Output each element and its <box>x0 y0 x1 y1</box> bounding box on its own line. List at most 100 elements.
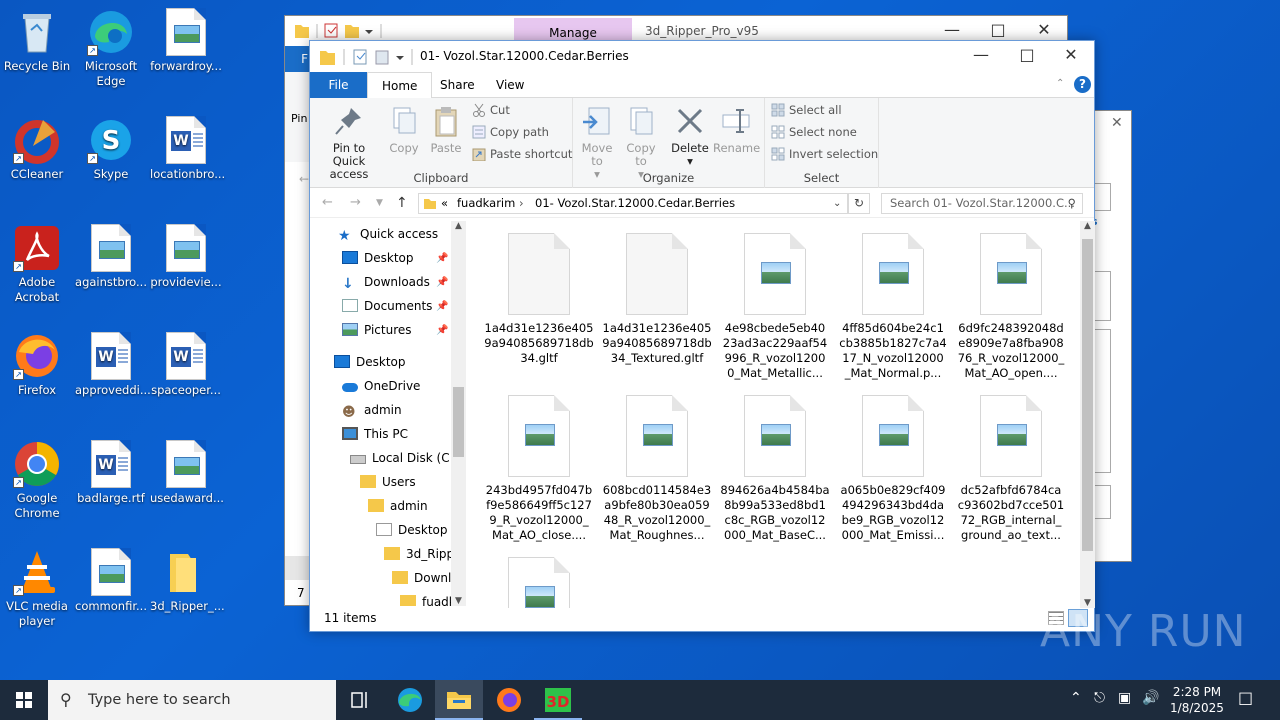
desktop-icon-usedaward[interactable]: usedaward... <box>150 440 224 506</box>
nav-documents[interactable]: Documents <box>342 295 432 317</box>
copy-button[interactable]: Copy <box>386 104 422 155</box>
back-arrow-icon[interactable]: ← <box>299 172 309 186</box>
notifications-icon[interactable]: □ <box>1238 688 1253 707</box>
delete-button[interactable]: Delete ▾ <box>669 104 711 168</box>
rename-button[interactable]: Rename <box>713 104 760 155</box>
minimize-button[interactable]: — <box>958 41 1004 71</box>
desktop-icon-3d-ripper-folder[interactable]: 3d_Ripper_... <box>150 548 225 614</box>
refresh-icon[interactable]: ↻ <box>848 193 870 214</box>
desktop-icon-againstbro[interactable]: againstbro... <box>75 224 147 290</box>
nav-admin[interactable]: ☻ admin <box>342 399 402 421</box>
file-item[interactable]: 608bcd0114584e3 a9bfe80b30ea059 48_R_voz… <box>602 395 712 543</box>
desktop-icon-chrome[interactable]: ↗ Google Chrome <box>1 440 73 521</box>
show-hidden-icons[interactable]: ⌃ <box>1070 690 1082 706</box>
clock[interactable]: 2:28 PM 1/8/2025 <box>1168 684 1226 716</box>
content-scrollbar[interactable]: ▲ ▼ <box>1080 221 1095 608</box>
copy-path-button[interactable]: Copy path <box>470 122 549 142</box>
scroll-up-icon[interactable]: ▲ <box>1080 221 1095 231</box>
nav-scrollbar[interactable]: ▲ ▼ <box>451 221 466 606</box>
recent-locations-icon[interactable]: ▼ <box>376 198 383 208</box>
nav-3d-ripper[interactable]: 3d_Rippe <box>384 543 462 565</box>
breadcrumb-current[interactable]: 01- Vozol.Star.12000.Cedar.Berries <box>535 194 735 213</box>
nav-pictures[interactable]: Pictures <box>342 319 412 341</box>
address-input[interactable]: « fuadkarim › 01- Vozol.Star.12000.Cedar… <box>418 193 848 214</box>
up-arrow-icon[interactable]: ↑ <box>396 195 408 211</box>
network-icon[interactable]: ▣ <box>1118 690 1131 706</box>
nav-downloads[interactable]: ↓ Downloads <box>342 271 430 293</box>
close-button[interactable]: ✕ <box>1048 41 1094 71</box>
file-item[interactable]: 894626a4b4584ba 8b99a533ed8bd1 c8c_RGB_v… <box>720 395 830 543</box>
nav-onedrive[interactable]: OneDrive <box>342 375 420 397</box>
tab-file[interactable]: File <box>310 72 367 98</box>
taskbar-file-explorer[interactable] <box>435 680 483 720</box>
file-item[interactable]: 6d9fc248392048d e8909e7a8fba908 76_R_voz… <box>956 233 1066 381</box>
nav-local-disk[interactable]: Local Disk (C:) <box>350 447 458 469</box>
copy-to-button[interactable]: Copy to ▾ <box>621 104 661 181</box>
title-bar[interactable]: 01- Vozol.Star.12000.Cedar.Berries — □ ✕ <box>310 41 1094 72</box>
background-dialog[interactable]: ✕ s <box>1090 110 1132 562</box>
close-icon[interactable]: ✕ <box>1111 115 1123 131</box>
desktop-icon-forwardroy[interactable]: forwardroy... <box>150 8 222 74</box>
file-item[interactable]: 4e98cbede5eb40 23ad3ac229aaf54 996_R_voz… <box>720 233 830 381</box>
paste-button[interactable]: Paste <box>427 104 465 155</box>
desktop-icon-commonfir[interactable]: commonfir... <box>75 548 147 614</box>
tab-view[interactable]: View <box>482 72 538 98</box>
desktop-icon-approveddi[interactable]: W approveddi... <box>75 332 151 398</box>
search-input[interactable]: Search 01- Vozol.Star.12000.C... ⚲ <box>881 193 1083 214</box>
invert-selection-button[interactable]: Invert selection <box>769 144 878 164</box>
desktop-icon-locationbro[interactable]: W locationbro... <box>150 116 225 182</box>
desktop-icon-acrobat[interactable]: ↗ Adobe Acrobat <box>1 224 73 305</box>
scroll-thumb[interactable] <box>453 387 464 457</box>
explorer-window[interactable]: 01- Vozol.Star.12000.Cedar.Berries — □ ✕… <box>309 40 1095 632</box>
select-none-button[interactable]: Select none <box>769 122 857 142</box>
nav-quick-access[interactable]: ★ Quick access <box>338 223 438 245</box>
desktop-icon-firefox[interactable]: ↗ Firefox <box>1 332 73 398</box>
tab-home[interactable]: Home <box>367 72 433 99</box>
taskbar-search-input[interactable]: ⚲ Type here to search <box>48 680 336 720</box>
breadcrumb-fuadkarim[interactable]: fuadkarim <box>457 194 515 213</box>
paste-shortcut-button[interactable]: Paste shortcut <box>470 144 572 164</box>
nav-fuadk[interactable]: fuadk <box>400 591 456 606</box>
taskbar-3d-ripper[interactable]: 3D <box>534 680 582 720</box>
desktop-icon-providevie[interactable]: providevie... <box>150 224 222 290</box>
file-item[interactable]: a065b0e829cf409 494296343bd4da be9_RGB_v… <box>838 395 948 543</box>
file-tab-fragment[interactable]: F <box>285 46 311 72</box>
nav-this-pc[interactable]: This PC <box>342 423 408 445</box>
scroll-down-icon[interactable]: ▼ <box>451 596 466 606</box>
cut-button[interactable]: Cut <box>470 100 510 120</box>
nav-desktop[interactable]: Desktop <box>334 351 406 373</box>
start-button[interactable] <box>0 680 48 720</box>
forward-arrow-icon[interactable]: → <box>350 195 361 210</box>
task-view-button[interactable] <box>336 680 384 720</box>
file-item[interactable]: 4ff85d604be24c1 cb3885b1827c7a4 17_N_voz… <box>838 233 948 381</box>
file-item[interactable]: 1a4d31e1236e405 9a94085689718db 34.gltf <box>484 233 594 366</box>
desktop-icon-skype[interactable]: S ↗ Skype <box>75 116 147 182</box>
desktop-icon-badlarge[interactable]: W badlarge.rtf <box>75 440 147 506</box>
volume-icon[interactable]: 🔊 <box>1142 690 1159 706</box>
taskbar-firefox[interactable] <box>485 680 533 720</box>
network-status-icon[interactable]: ⎋ <box>1094 690 1105 706</box>
collapse-ribbon-icon[interactable]: ⌃ <box>1056 78 1064 89</box>
file-item[interactable]: 1a4d31e1236e405 9a94085689718db 34_Textu… <box>602 233 712 366</box>
help-icon[interactable]: ? <box>1074 76 1091 93</box>
file-item[interactable] <box>484 557 594 608</box>
taskbar-edge[interactable] <box>386 680 434 720</box>
breadcrumb-separator-icon[interactable]: › <box>519 194 524 213</box>
desktop-icon-ccleaner[interactable]: ↗ CCleaner <box>1 116 73 182</box>
nav-admin-folder[interactable]: admin <box>368 495 428 517</box>
maximize-button[interactable]: □ <box>1004 41 1050 71</box>
nav-desktop-folder[interactable]: Desktop <box>376 519 448 541</box>
desktop-icon-recycle-bin[interactable]: Recycle Bin <box>1 8 73 74</box>
breadcrumb-overflow[interactable]: « <box>441 194 448 213</box>
file-item[interactable]: 243bd4957fd047b f9e586649ff5c127 9_R_voz… <box>484 395 594 543</box>
nav-downloads-folder[interactable]: Downlo <box>392 567 459 589</box>
nav-desktop-pinned[interactable]: Desktop <box>342 247 414 269</box>
scroll-thumb[interactable] <box>1082 239 1093 551</box>
nav-users[interactable]: Users <box>360 471 416 493</box>
address-dropdown-icon[interactable]: ⌄ <box>833 194 841 213</box>
desktop-icon-spaceoper[interactable]: W spaceoper... <box>150 332 222 398</box>
scroll-up-icon[interactable]: ▲ <box>451 221 466 231</box>
tab-share[interactable]: Share <box>426 72 489 98</box>
select-all-button[interactable]: Select all <box>769 100 842 120</box>
move-to-button[interactable]: Move to ▾ <box>577 104 617 181</box>
